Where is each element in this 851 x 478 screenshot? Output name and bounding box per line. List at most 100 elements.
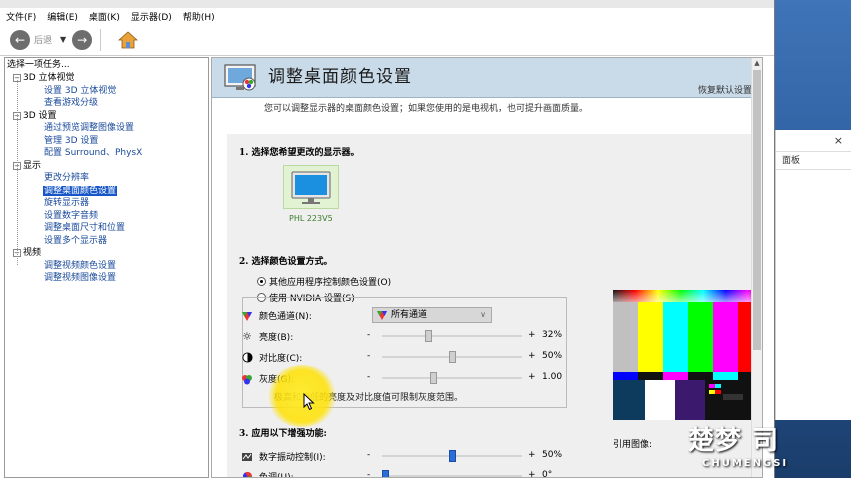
toolbar: ← 后退 ▼ → <box>0 24 774 56</box>
history-dropdown-icon[interactable]: ▼ <box>60 35 66 44</box>
content-scrollbar[interactable]: ▲ <box>751 58 762 477</box>
bg-window-close[interactable]: × <box>834 134 843 147</box>
menu-display[interactable]: 显示器(D) <box>131 10 172 23</box>
monitor-tile[interactable] <box>283 165 339 209</box>
back-button[interactable]: ← <box>10 29 30 50</box>
toolbar-divider <box>100 28 102 51</box>
slider-thumb[interactable] <box>449 351 456 363</box>
vibrance-slider[interactable] <box>382 450 522 462</box>
tree-item-desktop-size-position[interactable]: 调整桌面尺寸和位置 <box>13 222 208 235</box>
brightness-slider[interactable] <box>382 330 522 342</box>
menu-edit[interactable]: 编辑(E) <box>47 10 78 23</box>
page-description: 您可以调整显示器的桌面颜色设置；如果您使用的是电视机，也可提升画面质量。 <box>264 104 589 114</box>
brightness-value: 32% <box>542 330 563 340</box>
arrow-left-icon: ← <box>14 32 26 47</box>
tree-item-adjust-desktop-color[interactable]: 调整桌面颜色设置 <box>13 185 208 198</box>
menu-help[interactable]: 帮助(H) <box>183 10 215 23</box>
tree-item-change-resolution[interactable]: 更改分辨率 <box>13 172 208 185</box>
tree-item-video-color[interactable]: 调整视频颜色设置 <box>13 260 208 273</box>
vibrance-increase[interactable]: + <box>528 450 536 460</box>
mouse-pointer-icon <box>303 393 315 411</box>
tree-item-label: 旋转显示器 <box>44 198 90 208</box>
tree-item-rotate-display[interactable]: 旋转显示器 <box>13 197 208 210</box>
tree-item-label: 设置多个显示器 <box>44 235 108 246</box>
rgb-circles-icon <box>241 373 253 385</box>
channel-select-icon <box>376 309 388 326</box>
slider-thumb[interactable] <box>382 470 389 477</box>
color-wheel-icon <box>241 471 253 477</box>
bg-window-label: 面板 <box>776 152 851 170</box>
tree-item-video-image[interactable]: 调整视频图像设置 <box>13 272 208 285</box>
reference-image-color-bars <box>613 290 762 420</box>
contrast-icon <box>241 352 253 364</box>
hue-value: 0° <box>542 470 553 478</box>
menu-desktop[interactable]: 桌面(K) <box>89 10 120 23</box>
tree-item-label: 调整桌面尺寸和位置 <box>44 223 126 233</box>
scrollbar-thumb[interactable] <box>753 70 761 350</box>
tree-item-game-ratings[interactable]: 查看游戏分级 <box>13 97 208 110</box>
brightness-decrease[interactable]: - <box>367 330 370 340</box>
vibrance-icon <box>241 451 253 463</box>
tree-item-label: 通过预览调整图像设置 <box>44 123 135 133</box>
tree-category-label: 3D 立体视觉 <box>23 73 75 83</box>
tree-item-setup-3d-stereo[interactable]: 设置 3D 立体视觉 <box>13 85 208 98</box>
tree-item-digital-audio[interactable]: 设置数字音频 <box>13 210 208 223</box>
page-header: 调整桌面颜色设置 恢复默认设置 <box>212 58 762 98</box>
tree-category-3d-settings[interactable]: −3D 设置 <box>13 110 208 123</box>
hue-row: 色调(U): <box>241 470 294 477</box>
contrast-label: 对比度(C): <box>259 354 303 364</box>
home-button[interactable] <box>117 29 139 51</box>
hue-increase[interactable]: + <box>528 470 536 477</box>
contrast-value: 50% <box>542 351 563 361</box>
hue-slider[interactable] <box>382 470 522 477</box>
brightness-row: ☼ 亮度(B): <box>241 330 293 343</box>
contrast-decrease[interactable]: - <box>367 351 370 361</box>
hue-decrease[interactable]: - <box>367 470 370 477</box>
page-title: 调整桌面颜色设置 <box>268 67 412 87</box>
contrast-increase[interactable]: + <box>528 351 536 361</box>
vibrance-label: 数字振动控制(I): <box>259 453 326 463</box>
tree-item-label: 调整视频图像设置 <box>44 273 117 283</box>
tree-item-manage-3d-settings[interactable]: 管理 3D 设置 <box>13 135 208 148</box>
nvidia-control-panel-window: 文件(F) 编辑(E) 桌面(K) 显示器(D) 帮助(H) ← 后退 ▼ → … <box>0 0 775 478</box>
vibrance-decrease[interactable]: - <box>367 450 370 460</box>
task-tree-title: 选择一项任务... <box>7 60 70 70</box>
arrow-right-icon: → <box>77 32 88 47</box>
rgb-channel-icon <box>241 310 253 322</box>
back-label: 后退 <box>34 36 53 46</box>
channel-select[interactable]: 所有通道 ∨ <box>372 307 492 323</box>
scroll-up-icon[interactable]: ▲ <box>752 58 762 69</box>
radio-other-apps[interactable]: 其他应用程序控制颜色设置(O) <box>257 275 391 288</box>
watermark-logo: 楚梦 司 CHUMENGSI <box>688 418 848 476</box>
menu-file[interactable]: 文件(F) <box>6 10 36 23</box>
gamma-decrease[interactable]: - <box>367 372 370 382</box>
gamma-slider[interactable] <box>382 372 522 384</box>
slider-thumb[interactable] <box>449 450 456 462</box>
tree-category-video[interactable]: − 视频 <box>13 247 208 260</box>
tree-item-label: 设置 3D 立体视觉 <box>44 85 117 96</box>
contrast-slider[interactable] <box>382 351 522 363</box>
tree-category-label: 3D 设置 <box>23 110 57 121</box>
slider-thumb[interactable] <box>425 330 432 342</box>
gamma-value: 1.00 <box>542 372 563 382</box>
sun-icon: ☼ <box>242 330 252 343</box>
tree-category-3d-stereo[interactable]: −3D 立体视觉 <box>13 72 208 85</box>
watermark-subtext: CHUMENGSI <box>702 458 789 469</box>
radio-button[interactable] <box>257 277 266 286</box>
tree-item-preview-image-settings[interactable]: 通过预览调整图像设置 <box>13 122 208 135</box>
tree-category-display[interactable]: − 显示 <box>13 160 208 173</box>
restore-defaults-link[interactable]: 恢复默认设置 <box>698 83 752 96</box>
gamma-increase[interactable]: + <box>528 372 536 382</box>
tree-item-label: 管理 3D 设置 <box>44 135 99 146</box>
background-window: × 面板 <box>775 130 851 420</box>
monitor-icon <box>291 171 331 204</box>
tree-item-label: 查看游戏分级 <box>44 98 99 108</box>
tree-item-multiple-displays[interactable]: 设置多个显示器 <box>13 235 208 248</box>
vibrance-row: 数字振动控制(I): <box>241 450 326 463</box>
monitor-name: PHL 223V5 <box>289 214 333 223</box>
chevron-down-icon: ∨ <box>480 310 486 319</box>
tree-item-surround-physx[interactable]: 配置 Surround、PhysX <box>13 147 208 160</box>
brightness-increase[interactable]: + <box>528 330 536 340</box>
forward-button[interactable]: → <box>72 29 93 50</box>
slider-thumb[interactable] <box>430 372 437 384</box>
